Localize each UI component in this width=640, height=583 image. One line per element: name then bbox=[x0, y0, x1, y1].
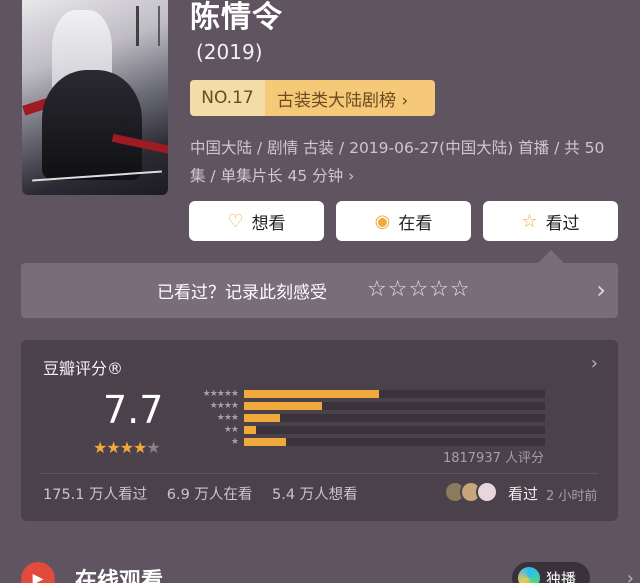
online-watch-section[interactable]: ▶ 在线观看 bbox=[21, 562, 163, 583]
score-star-icon: ★ bbox=[146, 438, 160, 457]
score-stars: ★★★★★ bbox=[93, 438, 161, 457]
score-star-icon: ★ bbox=[93, 438, 107, 457]
page-title: 陈情令 bbox=[190, 0, 283, 35]
exclusive-badge[interactable]: 独播 bbox=[512, 562, 591, 583]
poster-image[interactable] bbox=[22, 0, 168, 195]
douban-score-card[interactable]: 豆瓣评分® › 7.7 ★★★★★ ★★★★★ ★★★★ ★★★ ★★ ★ 181793… bbox=[21, 340, 618, 521]
douban-score-label: 豆瓣评分® bbox=[43, 359, 124, 378]
distribution-label: ★★★★★ bbox=[202, 389, 239, 399]
rank-number: NO.17 bbox=[190, 80, 265, 116]
movie-meta[interactable]: 中国大陆 / 剧情 古装 / 2019-06-27(中国大陆) 首播 / 共 5… bbox=[190, 134, 615, 190]
target-icon: ◉ bbox=[374, 210, 391, 232]
rating-stars-input[interactable]: ☆☆☆☆☆ bbox=[367, 277, 471, 302]
watched-count: 175.1 万人看过 bbox=[43, 487, 148, 503]
distribution-row: ★★★ bbox=[184, 412, 554, 424]
chevron-right-icon: › bbox=[626, 568, 634, 583]
chevron-right-icon: › bbox=[596, 276, 606, 304]
rate-prompt-bar[interactable]: 已看过？记录此刻感受 ☆☆☆☆☆ › bbox=[21, 263, 618, 318]
watched-label: 看过 bbox=[545, 213, 580, 234]
distribution-label: ★★ bbox=[223, 425, 239, 435]
distribution-bar bbox=[244, 390, 380, 398]
watching-label: 在看 bbox=[398, 213, 433, 234]
distribution-track bbox=[244, 414, 545, 422]
watch-stats: 175.1 万人看过 6.9 万人在看 5.4 万人想看 bbox=[43, 483, 373, 504]
watching-button[interactable]: ◉ 在看 bbox=[336, 201, 471, 241]
play-icon: ▶ bbox=[21, 562, 55, 583]
distribution-label: ★★★★ bbox=[209, 401, 239, 411]
distribution-track bbox=[244, 426, 545, 434]
rating-count: 1817937 人评分 bbox=[442, 451, 544, 466]
score-star-icon: ★ bbox=[133, 438, 147, 457]
rank-category: 古装类大陆剧榜 › bbox=[265, 80, 435, 116]
release-year: (2019) bbox=[196, 40, 263, 64]
score-star-icon: ★ bbox=[119, 438, 134, 457]
want-button[interactable]: ♡ 想看 bbox=[189, 201, 324, 241]
meta-line-1: 中国大陆 / 剧情 古装 / 2019-06-27(中国大陆) 首播 / 共 5… bbox=[190, 139, 605, 157]
star-outline-icon: ☆ bbox=[521, 210, 538, 232]
avatar bbox=[476, 481, 498, 503]
rate-prompt-text: 已看过？记录此刻感受 bbox=[157, 283, 327, 303]
distribution-track bbox=[244, 402, 545, 410]
pointer-arrow bbox=[537, 250, 565, 264]
divider bbox=[41, 473, 598, 474]
watching-count: 6.9 万人在看 bbox=[166, 487, 253, 503]
distribution-label: ★ bbox=[230, 437, 239, 447]
distribution-bar bbox=[244, 402, 323, 410]
iqiyi-logo-icon bbox=[518, 567, 540, 583]
friend-watched-label: 看过 bbox=[508, 485, 539, 503]
distribution-label: ★★★ bbox=[216, 413, 239, 423]
distribution-bar bbox=[244, 414, 281, 422]
score-star-icon: ★ bbox=[106, 438, 120, 457]
poster-calligraphy bbox=[136, 6, 160, 46]
distribution-bar bbox=[244, 438, 287, 446]
chevron-right-icon: › bbox=[590, 353, 598, 374]
want-label: 想看 bbox=[251, 213, 286, 234]
distribution-track bbox=[244, 438, 545, 446]
poster-figure-dark bbox=[42, 70, 142, 180]
distribution-bar bbox=[244, 426, 257, 434]
want-count: 5.4 万人想看 bbox=[272, 487, 358, 503]
friend-watched-time: 2 小时前 bbox=[546, 489, 598, 504]
meta-line-2: 集 / 单集片长 45 分钟 › bbox=[190, 167, 355, 185]
distribution-row: ★★ bbox=[184, 424, 554, 436]
friend-avatars[interactable] bbox=[444, 481, 498, 503]
distribution-row: ★★★★★ bbox=[184, 388, 554, 400]
online-watch-title: 在线观看 bbox=[75, 569, 164, 583]
rank-badge[interactable]: NO.17 古装类大陆剧榜 › bbox=[190, 80, 435, 116]
heart-plus-icon: ♡ bbox=[227, 210, 244, 232]
distribution-row: ★★★★ bbox=[184, 400, 554, 412]
douban-score: 7.7 bbox=[103, 388, 164, 432]
rating-distribution: ★★★★★ ★★★★ ★★★ ★★ ★ bbox=[184, 388, 554, 448]
exclusive-label: 独播 bbox=[546, 569, 577, 583]
watched-button[interactable]: ☆ 看过 bbox=[483, 201, 618, 241]
distribution-track bbox=[244, 390, 545, 398]
